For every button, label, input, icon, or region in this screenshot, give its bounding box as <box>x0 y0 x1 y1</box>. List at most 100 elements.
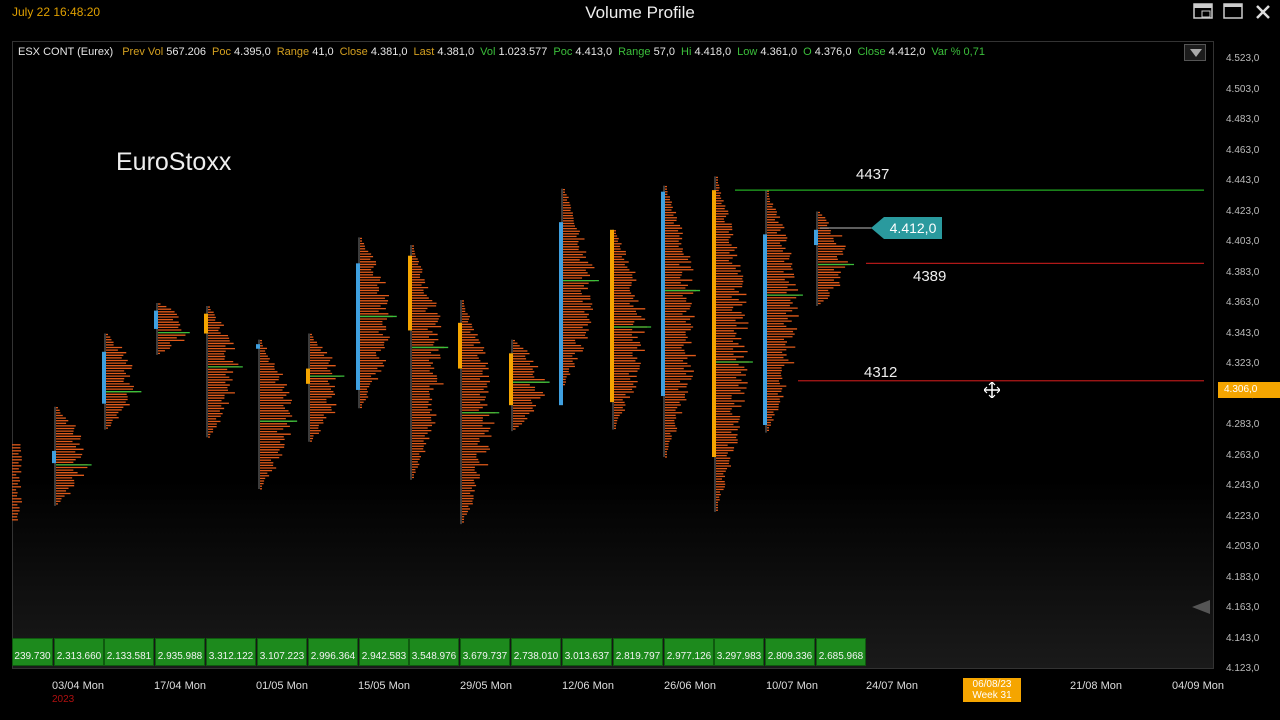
price-tick-label: 4.463,0 <box>1226 145 1259 156</box>
weekly-volume-box: 2.685.968 <box>816 638 866 666</box>
weekly-volume-value: 2.738.010 <box>512 651 560 662</box>
weekly-volume-value: 2.133.581 <box>105 651 153 662</box>
move-cursor-icon <box>984 382 1000 398</box>
volume-profile-29-05 <box>458 300 499 524</box>
current-price-marker: 4.306,0 <box>1218 382 1280 398</box>
weekly-volume-value: 2.809.336 <box>766 651 814 662</box>
current-date: 06/08/23 <box>963 679 1021 690</box>
weekly-volume-box: 239.730 <box>12 638 53 666</box>
price-tick-label: 4.423,0 <box>1226 206 1259 217</box>
value-area-bar <box>356 263 360 390</box>
value-area-bar <box>763 234 767 425</box>
value-area-bar <box>52 451 56 463</box>
volume-profile-05-06 <box>509 340 550 432</box>
year-label: 2023 <box>52 694 74 705</box>
weekly-volume-box: 2.935.988 <box>155 638 205 666</box>
weekly-volume-value: 3.297.983 <box>715 651 763 662</box>
price-tick-label: 4.343,0 <box>1226 328 1259 339</box>
price-tick-label: 4.323,0 <box>1226 358 1259 369</box>
value-area-bar <box>661 192 665 396</box>
volume-profile-plot <box>0 0 1280 720</box>
weekly-volume-value: 3.679.737 <box>461 651 509 662</box>
value-area-bar <box>610 230 614 402</box>
weekly-volume-value: 2.819.797 <box>614 651 662 662</box>
volume-profile-08-05 <box>306 334 344 442</box>
value-area-bar <box>408 256 412 331</box>
weekly-volume-value: 3.548.976 <box>410 651 458 662</box>
date-tick-label: 15/05 Mon <box>358 680 410 692</box>
weekly-volume-value: 3.107.223 <box>258 651 306 662</box>
price-tick-label: 4.263,0 <box>1226 450 1259 461</box>
weekly-volume-value: 2.313.660 <box>55 651 103 662</box>
weekly-volume-box: 3.297.983 <box>714 638 764 666</box>
weekly-volume-box: 2.313.660 <box>54 638 104 666</box>
scroll-left-icon[interactable] <box>1192 600 1212 614</box>
weekly-volume-value: 3.013.637 <box>563 651 611 662</box>
volume-profile-01-05 <box>256 340 297 489</box>
price-tick-label: 4.123,0 <box>1226 663 1259 674</box>
price-axis[interactable]: 4.523,0 4.503,0 4.483,0 4.463,0 4.443,0 4.423… <box>1214 41 1280 677</box>
date-axis[interactable]: 03/04 Mon 17/04 Mon 01/05 Mon 15/05 Mon 29/0… <box>12 670 1214 710</box>
price-tick-label: 4.523,0 <box>1226 53 1259 64</box>
price-tick-label: 4.363,0 <box>1226 297 1259 308</box>
weekly-volume-value: 2.996.364 <box>309 651 357 662</box>
weekly-volume-box: 2.942.583 <box>359 638 409 666</box>
volume-profile-17-04 <box>154 303 190 355</box>
weekly-volume-value: 3.312.122 <box>207 651 255 662</box>
value-area-bar <box>712 190 716 457</box>
last-price-tag-arrow <box>871 217 884 239</box>
value-area-bar <box>256 344 260 349</box>
date-tick-label: 21/08 Mon <box>1070 680 1122 692</box>
level-label-4389: 4389 <box>913 268 946 285</box>
date-tick-label: 04/09 Mon <box>1172 680 1224 692</box>
volume-profile-03-04 <box>52 407 92 506</box>
value-area-bar <box>814 230 818 245</box>
volume-profile-10-07 <box>763 190 803 432</box>
volume-profile-19-06 <box>610 230 651 430</box>
price-tick-label: 4.483,0 <box>1226 114 1259 125</box>
weekly-volume-box: 2.977.126 <box>664 638 714 666</box>
date-tick-label: 01/05 Mon <box>256 680 308 692</box>
price-tick-label: 4.163,0 <box>1226 602 1259 613</box>
price-tick-label: 4.443,0 <box>1226 175 1259 186</box>
weekly-volume-box: 2.819.797 <box>613 638 663 666</box>
price-tick-label: 4.243,0 <box>1226 480 1259 491</box>
value-area-bar <box>102 352 106 404</box>
date-tick-label: 24/07 Mon <box>866 680 918 692</box>
value-area-bar <box>154 311 158 329</box>
price-tick-label: 4.283,0 <box>1226 419 1259 430</box>
date-tick-label: 03/04 Mon <box>52 680 104 692</box>
date-tick-label: 26/06 Mon <box>664 680 716 692</box>
price-tick-label: 4.183,0 <box>1226 572 1259 583</box>
volume-profile-22-05 <box>408 245 448 480</box>
weekly-volume-box: 3.548.976 <box>409 638 459 666</box>
price-tick-label: 4.383,0 <box>1226 267 1259 278</box>
level-label-4437: 4437 <box>856 166 889 183</box>
current-week: Week 31 <box>963 690 1021 701</box>
weekly-volume-value: 2.942.583 <box>360 651 408 662</box>
level-label-4312: 4312 <box>864 364 897 381</box>
value-area-bar <box>509 353 513 405</box>
date-tick-label: 10/07 Mon <box>766 680 818 692</box>
weekly-volume-box: 2.133.581 <box>104 638 154 666</box>
weekly-volume-box: 2.738.010 <box>511 638 561 666</box>
value-area-bar <box>458 323 462 369</box>
price-tick-label: 4.223,0 <box>1226 511 1259 522</box>
volume-profile-03-07 <box>712 176 753 512</box>
weekly-volume-value: 2.685.968 <box>817 651 865 662</box>
weekly-volume-box: 2.996.364 <box>308 638 358 666</box>
current-date-marker: 06/08/23 Week 31 <box>963 678 1021 702</box>
volume-profile-12-06 <box>559 189 599 406</box>
price-tick-label: 4.203,0 <box>1226 541 1259 552</box>
price-tick-label: 4.403,0 <box>1226 236 1259 247</box>
value-area-bar <box>204 314 208 334</box>
volume-profile-17-07 <box>814 212 854 307</box>
volume-profile-10-04 <box>102 334 141 430</box>
weekly-volume-box: 3.107.223 <box>257 638 307 666</box>
weekly-volume-value: 2.935.988 <box>156 651 204 662</box>
weekly-volume-box: 3.312.122 <box>206 638 256 666</box>
value-area-bar <box>559 222 563 405</box>
last-price-tag: 4.412,0 <box>884 217 942 239</box>
weekly-volume-box: 2.809.336 <box>765 638 815 666</box>
weekly-volume-box: 3.013.637 <box>562 638 612 666</box>
